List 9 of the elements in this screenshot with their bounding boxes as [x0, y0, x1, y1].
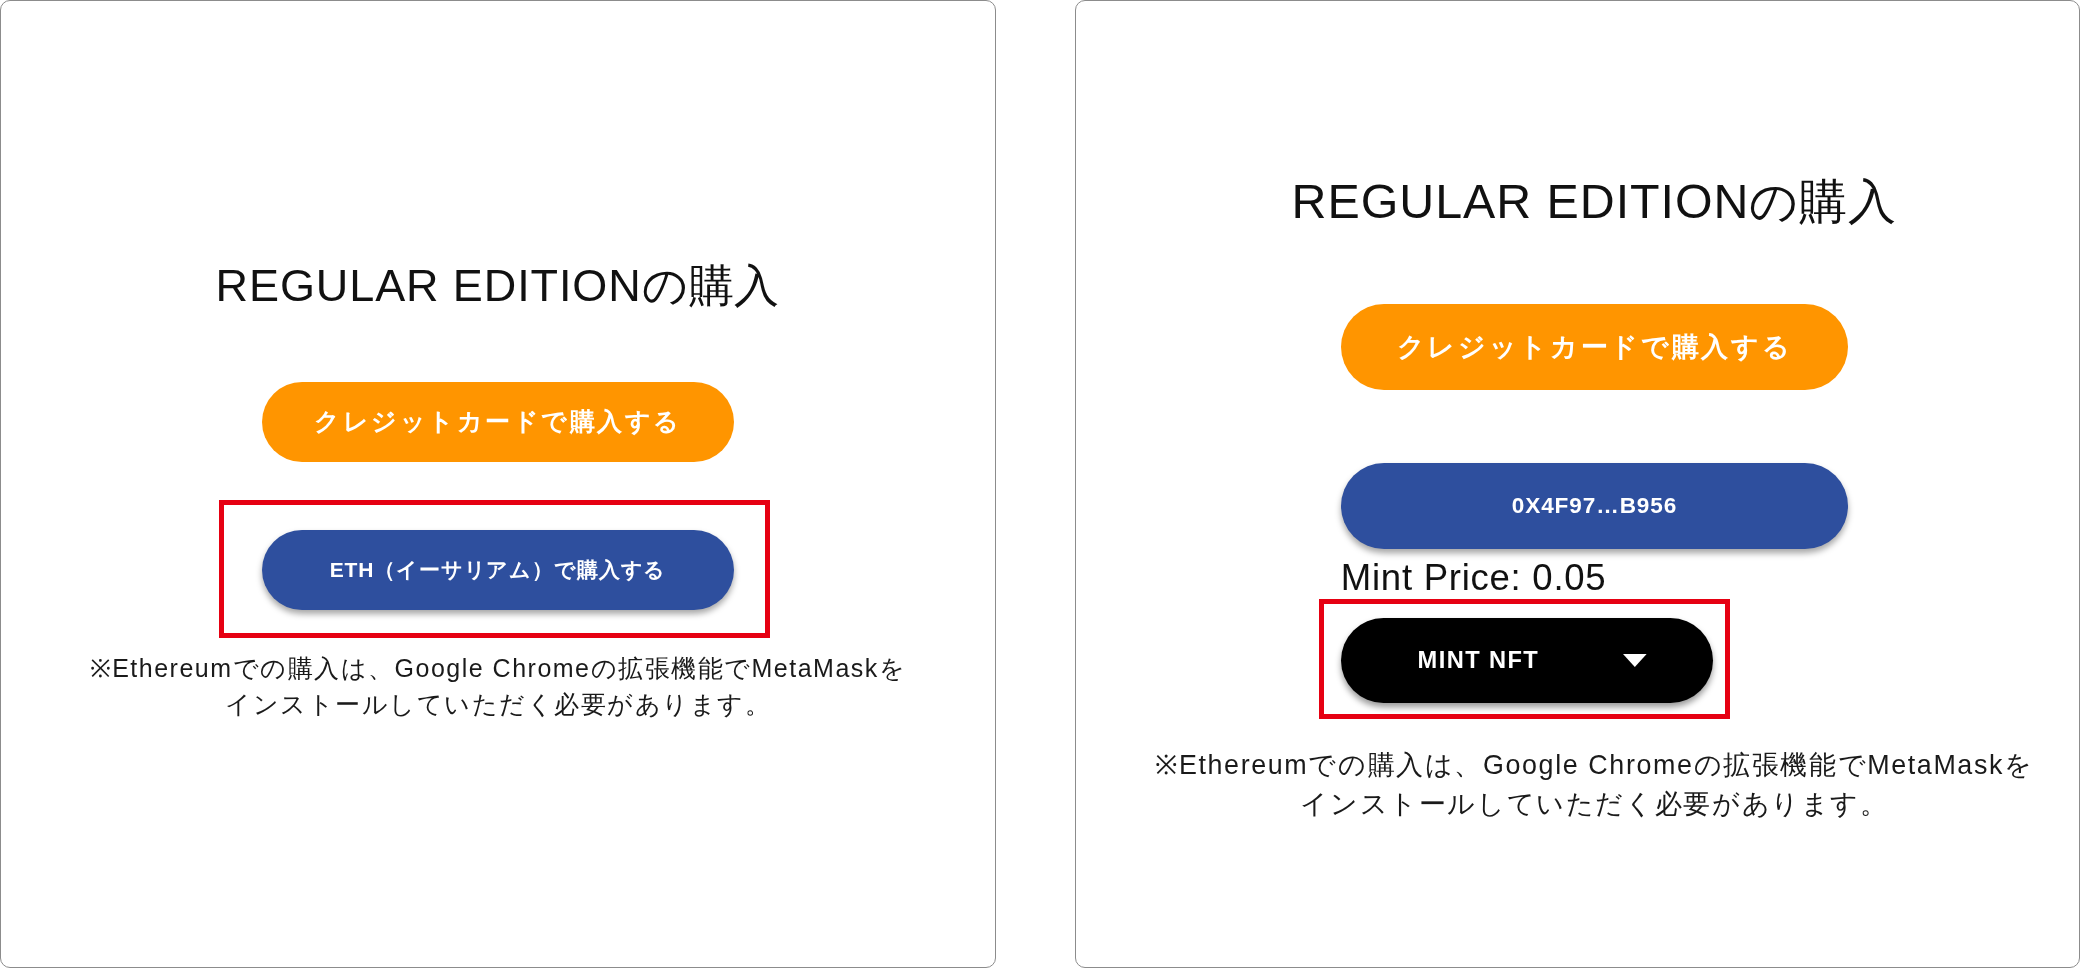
notice-text: ※Ethereumでの購入は、Google Chromeの拡張機能でMetaMaskをインストールしていただく必要があります。 [1154, 748, 2035, 821]
mint-nft-button[interactable]: MINT NFT [1340, 618, 1713, 703]
section-title: REGULAR EDITIONの購入 [1291, 172, 1898, 230]
eth-purchase-button[interactable]: ETH（イーサリアム）で購入する [262, 530, 734, 610]
notice-text: ※Ethereumでの購入は、Google Chromeの拡張機能でMetaMaskをインストールしていただく必要があります。 [88, 653, 908, 720]
wallet-address-button[interactable]: 0X4F97…B956 [1340, 463, 1849, 550]
section-title: REGULAR EDITIONの購入 [215, 259, 781, 313]
mint-price-text: Mint Price: 0.05 [1340, 557, 1607, 599]
caret-icon [1623, 654, 1647, 667]
